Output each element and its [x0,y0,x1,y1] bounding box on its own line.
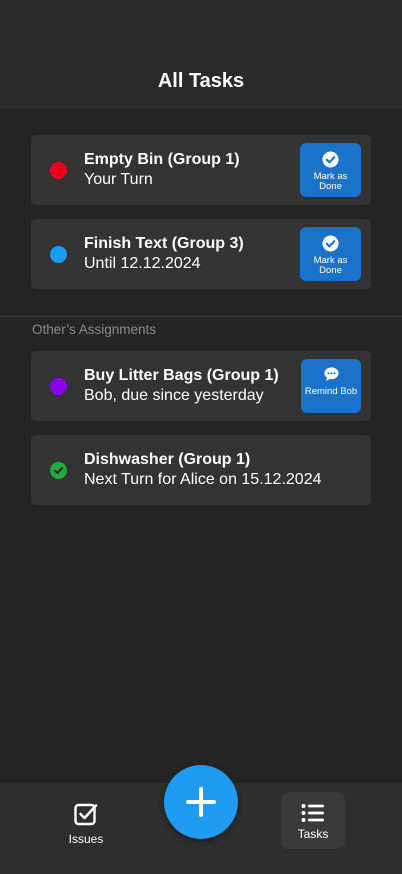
task-subtitle: Your Turn [84,171,153,188]
task-title: Empty Bin (Group 1) [84,151,240,168]
task-title: Dishwasher (Group 1) [84,451,251,468]
mark-as-done-label: Mark as Done [313,255,348,276]
nav-tasks-label: Tasks [297,827,329,841]
add-task-button[interactable] [164,765,238,839]
others-section-label: Other’s Assignments [32,322,157,337]
task-color-dot [50,246,67,263]
task-list: Empty Bin (Group 1) Your Turn Mark as Do… [0,109,402,783]
list-icon [301,804,324,822]
plus-icon [186,787,216,817]
task-subtitle: Bob, due since yesterday [84,387,264,404]
mark-as-done-button[interactable]: Mark as Done [300,227,361,281]
task-card-empty-bin[interactable]: Empty Bin (Group 1) Your Turn Mark as Do… [31,135,371,205]
task-color-dot [50,378,67,395]
remind-bob-label: Remind Bob [304,386,358,397]
checkmark-icon [54,467,63,474]
mark-as-done-label: Mark as Done [313,171,348,192]
check-circle-icon [322,151,339,168]
task-card-finish-text[interactable]: Finish Text (Group 3) Until 12.12.2024 M… [31,219,371,289]
task-subtitle: Until 12.12.2024 [84,255,201,272]
task-color-dot [50,162,67,179]
nav-issues-label: Issues [68,832,104,846]
task-card-buy-litter-bags[interactable]: Buy Litter Bags (Group 1) Bob, due since… [31,351,371,421]
app-header: All Tasks [0,0,402,109]
nav-tasks-content: Tasks [281,803,345,841]
nav-item-tasks[interactable]: Tasks [281,792,345,849]
task-title: Finish Text (Group 3) [84,235,244,252]
checkbox-icon [74,803,98,826]
task-title: Buy Litter Bags (Group 1) [84,367,279,384]
check-circle-icon [322,235,339,252]
task-card-dishwasher[interactable]: Dishwasher (Group 1) Next Turn for Alice… [31,435,371,505]
check-circle-icon [50,462,67,479]
task-subtitle: Next Turn for Alice on 15.12.2024 [84,471,322,488]
mark-as-done-button[interactable]: Mark as Done [300,143,361,197]
chat-bubble-icon [323,367,339,381]
nav-item-issues[interactable]: Issues [60,801,112,846]
page-title: All Tasks [157,70,245,92]
remind-bob-button[interactable]: Remind Bob [301,359,361,413]
section-divider [0,316,402,317]
